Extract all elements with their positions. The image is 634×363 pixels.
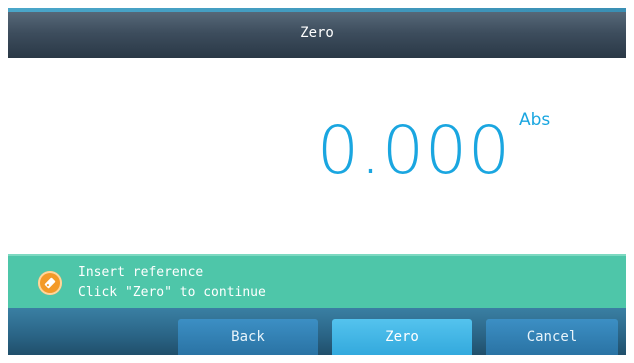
absorbance-unit: Abs	[519, 110, 551, 130]
instruction-line-2: Click "Zero" to continue	[78, 285, 266, 300]
absorbance-reading: 0.000	[317, 112, 511, 189]
instruction-line-1: Insert reference	[78, 265, 204, 280]
instruction-bar: Insert reference Click "Zero" to continu…	[8, 254, 626, 310]
title-bar: Zero	[8, 8, 626, 58]
cancel-button[interactable]: Cancel	[486, 319, 618, 355]
measurement-panel: 0.000 Abs	[8, 58, 626, 254]
back-button[interactable]: Back	[178, 319, 318, 355]
tag-icon	[38, 271, 62, 295]
button-bar: Back Zero Cancel	[8, 308, 626, 355]
page-title: Zero	[300, 25, 334, 41]
zero-button[interactable]: Zero	[332, 319, 472, 355]
